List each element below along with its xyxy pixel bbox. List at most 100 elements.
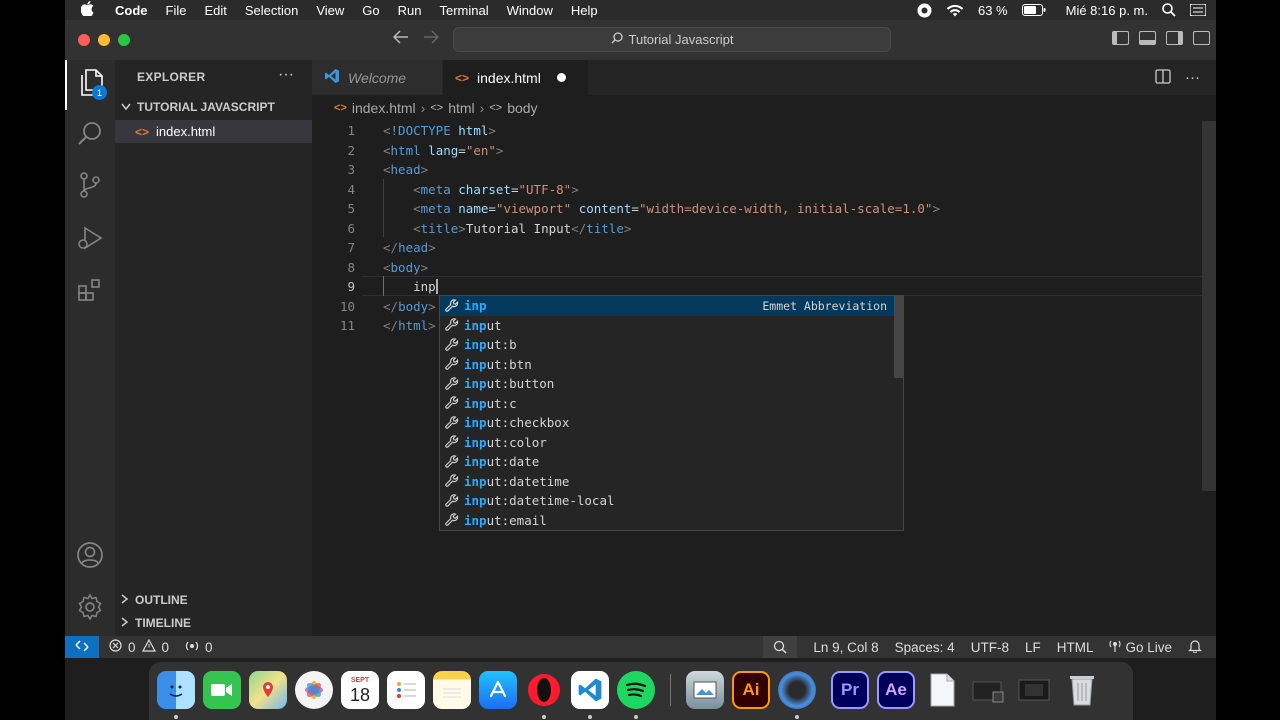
problems-indicator[interactable]: 0 0 0 (109, 638, 213, 655)
suggest-item[interactable]: inp ut (440, 316, 895, 336)
record-icon[interactable] (917, 3, 932, 18)
wrench-icon (444, 435, 460, 449)
downloads-stack-icon[interactable] (1015, 671, 1053, 709)
suggest-item[interactable]: inp ut:date (440, 452, 895, 472)
html-file-icon: <> (334, 102, 347, 114)
more-actions-icon[interactable]: ··· (278, 66, 294, 84)
toggle-primary-sidebar-icon[interactable] (1112, 31, 1129, 45)
encoding[interactable]: UTF-8 (971, 640, 1009, 655)
remote-indicator[interactable] (65, 636, 99, 658)
suggest-rest: ut:date (486, 454, 540, 470)
split-editor-icon[interactable] (1155, 69, 1171, 88)
apple-menu-icon[interactable] (80, 1, 107, 19)
trash-icon[interactable] (1063, 671, 1101, 709)
wifi-icon[interactable] (946, 4, 964, 17)
menubar-clock[interactable]: Mié 8:16 p. m. (1066, 3, 1148, 18)
language-mode[interactable]: HTML (1057, 640, 1094, 655)
photos-icon[interactable] (295, 671, 333, 709)
suggest-item[interactable]: inp ut:button (440, 374, 895, 394)
suggest-item[interactable]: inp ut:datetime-local (440, 491, 895, 511)
zoom-window-button[interactable] (118, 34, 130, 46)
cursor-position[interactable]: Ln 9, Col 8 (813, 640, 878, 655)
maps-icon[interactable] (249, 671, 287, 709)
disk-utility-icon[interactable] (778, 671, 816, 709)
folder-header[interactable]: TUTORIAL JAVASCRIPT (121, 100, 275, 114)
outline-section[interactable]: OUTLINE (121, 593, 188, 607)
finder-icon[interactable] (157, 671, 195, 709)
file-item-index-html[interactable]: <> index.html (115, 120, 312, 143)
facetime-icon[interactable] (203, 671, 241, 709)
battery-percent: 63 % (977, 2, 1008, 18)
menu-app-name[interactable]: Code (107, 3, 157, 18)
menu-terminal[interactable]: Terminal (431, 3, 498, 18)
document-icon[interactable] (923, 671, 961, 709)
reminders-icon[interactable] (387, 671, 425, 709)
running-indicator (795, 715, 799, 719)
editor-scrollbar[interactable] (1202, 121, 1216, 636)
more-actions-icon[interactable]: ··· (1185, 69, 1200, 88)
activity-run-debug[interactable] (65, 215, 115, 265)
suggest-item[interactable]: inp ut:email (440, 511, 895, 531)
menu-view[interactable]: View (307, 3, 353, 18)
activity-manage[interactable] (65, 584, 115, 634)
activity-search[interactable] (65, 110, 115, 160)
activity-extensions[interactable] (65, 267, 115, 317)
tab-index-html[interactable]: <> index.html (443, 60, 588, 95)
spotify-icon[interactable] (617, 671, 655, 709)
menu-selection[interactable]: Selection (236, 3, 307, 18)
opera-browser-icon[interactable] (525, 671, 563, 709)
timeline-section[interactable]: TIMELINE (121, 616, 191, 630)
command-center-search[interactable]: Tutorial Javascript (453, 27, 891, 52)
suggest-item[interactable]: inp ut:checkbox (440, 413, 895, 433)
close-window-button[interactable] (78, 34, 90, 46)
premiere-icon[interactable]: Pr (831, 671, 869, 709)
illustrator-icon[interactable]: Ai (732, 671, 770, 709)
editor-scrollbar-thumb[interactable] (1202, 121, 1216, 491)
breadcrumb-html[interactable]: html (448, 100, 474, 116)
suggest-item[interactable]: inp ut:color (440, 433, 895, 453)
activity-accounts[interactable] (65, 532, 115, 582)
notifications-bell-icon[interactable] (1188, 638, 1202, 656)
menu-window[interactable]: Window (498, 3, 562, 18)
back-arrow-icon[interactable] (392, 30, 409, 49)
activity-bar: 1 (65, 60, 115, 636)
app-store-icon[interactable] (479, 671, 517, 709)
zoom-icon[interactable] (763, 636, 798, 658)
menu-edit[interactable]: Edit (195, 3, 235, 18)
activity-source-control[interactable] (65, 162, 115, 212)
spotlight-search-icon[interactable] (1162, 3, 1176, 17)
battery-icon[interactable] (1021, 4, 1046, 16)
suggest-item[interactable]: inp Emmet Abbreviation (440, 296, 895, 316)
breadcrumb-body[interactable]: body (507, 100, 537, 116)
indentation[interactable]: Spaces: 4 (895, 640, 955, 655)
activity-explorer[interactable]: 1 (65, 60, 115, 110)
breadcrumb-file[interactable]: index.html (352, 100, 416, 116)
unsaved-dot-icon[interactable] (556, 73, 566, 82)
customize-layout-icon[interactable] (1193, 31, 1210, 45)
calendar-icon[interactable]: SEPT 18 (341, 671, 379, 709)
menu-list-icon[interactable] (1190, 4, 1206, 16)
wrench-icon (444, 357, 460, 371)
suggest-item[interactable]: inp ut:btn (440, 355, 895, 375)
minimize-window-button[interactable] (98, 34, 110, 46)
notes-icon[interactable] (433, 671, 471, 709)
forward-arrow-icon[interactable] (423, 30, 440, 49)
after-effects-icon[interactable]: Ae (877, 671, 915, 709)
tab-welcome[interactable]: Welcome (312, 60, 442, 95)
status-bar: 0 0 0 Ln 9, Col 8 Spaces: 4 UTF-8 LF HTM… (65, 636, 1216, 658)
menu-run[interactable]: Run (389, 3, 431, 18)
menu-help[interactable]: Help (562, 3, 607, 18)
suggest-item[interactable]: inp ut:datetime (440, 472, 895, 492)
toggle-secondary-sidebar-icon[interactable] (1166, 31, 1183, 45)
menu-file[interactable]: File (157, 3, 196, 18)
screenshot-stack-icon[interactable] (969, 671, 1007, 709)
end-of-line[interactable]: LF (1025, 640, 1041, 655)
suggest-scrollbar-thumb[interactable] (894, 296, 903, 378)
menu-go[interactable]: Go (353, 3, 388, 18)
go-live-button[interactable]: Go Live (1109, 639, 1172, 656)
suggest-item[interactable]: inp ut:c (440, 394, 895, 414)
preview-icon[interactable] (686, 671, 724, 709)
toggle-panel-icon[interactable] (1139, 31, 1156, 45)
vscode-dock-icon[interactable] (571, 671, 609, 709)
suggest-item[interactable]: inp ut:b (440, 335, 895, 355)
